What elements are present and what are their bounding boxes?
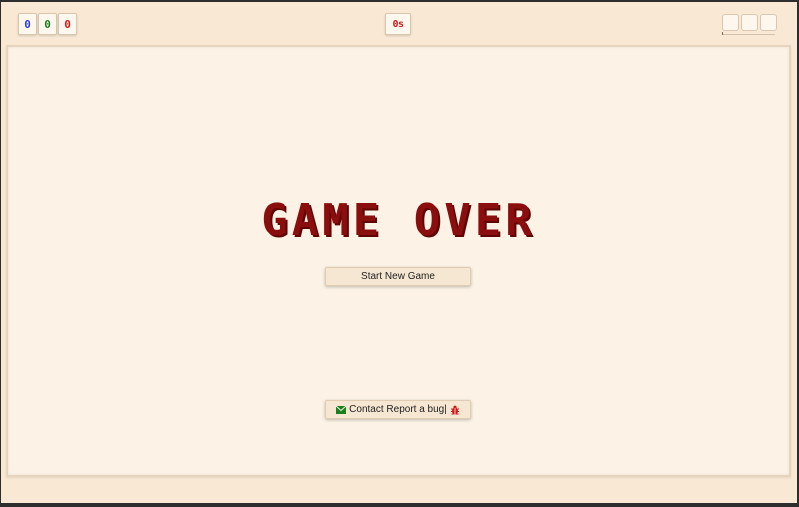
counter-green: 0 — [38, 13, 57, 35]
counter-blue: 0 — [18, 13, 37, 35]
start-new-game-button[interactable]: Start New Game — [325, 267, 471, 286]
top-bar: 0 0 0 0s — [1, 2, 797, 42]
counter-red: 0 — [58, 13, 77, 35]
slot-progress-tick — [722, 32, 723, 35]
game-board: GAME OVER Start New Game Contact Report … — [6, 45, 791, 477]
envelope-icon — [336, 405, 347, 414]
timer-display: 0s — [385, 13, 411, 35]
empty-slot-2[interactable] — [741, 14, 758, 31]
slot-underline — [722, 34, 775, 35]
empty-slot-3[interactable] — [760, 14, 777, 31]
game-window: 0 0 0 0s GAME OVER Start New Game Contac… — [1, 2, 797, 503]
bug-icon — [450, 405, 460, 415]
start-new-game-label: Start New Game — [361, 271, 435, 282]
empty-slot-1[interactable] — [722, 14, 739, 31]
game-over-title: GAME OVER — [261, 195, 536, 246]
report-bug-button[interactable]: Contact Report a bug| — [325, 400, 471, 419]
report-bug-label: Contact Report a bug| — [349, 404, 447, 415]
